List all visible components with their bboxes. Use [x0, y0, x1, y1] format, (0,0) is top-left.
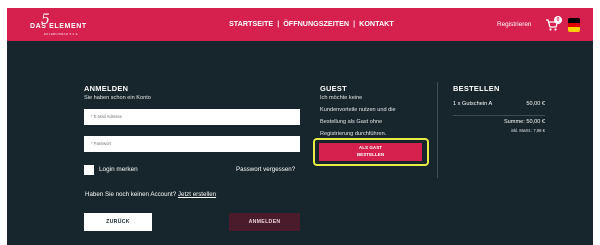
order-item-price: 50,00 €: [526, 101, 545, 107]
guest-button-highlight: ALS GAST BESTELLEN: [313, 138, 429, 166]
german-flag-icon[interactable]: [568, 18, 580, 32]
nav-separator: |: [277, 19, 280, 28]
guest-button-line2: BESTELLEN: [356, 151, 385, 157]
order-sum: Summe: 50,00 €: [503, 119, 545, 125]
create-account-link[interactable]: Jetzt erstellen: [178, 191, 216, 198]
nav-item-oeffnungszeiten[interactable]: ÖFFNUNGSZEITEN: [283, 19, 349, 28]
remember-checkbox[interactable]: [84, 165, 94, 175]
nav-item-kontakt[interactable]: KONTAKT: [359, 19, 394, 28]
main-nav: STARTSEITE | ÖFFNUNGSZEITEN | KONTAKT: [229, 19, 394, 28]
remember-label[interactable]: Login merken: [99, 166, 138, 173]
guest-description-line: Kundenvorteile nutzen und die: [320, 107, 396, 113]
order-vat: inkl. MwSt.: 7,98 €: [510, 128, 545, 133]
logo-subtitle: ERLEBNISBAD 5.0 E: [44, 32, 78, 36]
logo-text: DAS ELEMENT: [30, 23, 87, 30]
guest-description-line: Ich möchte keine: [320, 95, 363, 101]
order-item-label: 1 x Gutschein A: [453, 101, 493, 107]
logo[interactable]: 5 DAS ELEMENT ERLEBNISBAD 5.0 E: [30, 12, 108, 36]
back-button[interactable]: ZURÜCK: [84, 213, 152, 231]
app-window: 5 DAS ELEMENT ERLEBNISBAD 5.0 E STARTSEI…: [7, 8, 593, 245]
cart-count-badge: 0: [554, 16, 562, 24]
login-subtitle: Sie haben schon ein Konto: [84, 95, 151, 101]
guest-description-line: Bestellung als Gast ohne: [320, 119, 383, 125]
password-field[interactable]: [84, 136, 300, 152]
column-divider: [437, 82, 438, 178]
login-button[interactable]: ANMELDEN: [229, 213, 300, 231]
guest-order-button[interactable]: ALS GAST BESTELLEN: [319, 143, 422, 161]
order-title: BESTELLEN: [453, 84, 500, 93]
forgot-password-link[interactable]: Passwort vergessen?: [236, 166, 295, 173]
no-account-label: Haben Sie noch keinen Account?: [85, 191, 177, 198]
order-divider: [453, 115, 545, 116]
nav-separator: |: [353, 19, 356, 28]
nav-item-startseite[interactable]: STARTSEITE: [229, 19, 273, 28]
order-line-item: 1 x Gutschein A 50,00 €: [453, 101, 545, 107]
header-bar: 5 DAS ELEMENT ERLEBNISBAD 5.0 E STARTSEI…: [7, 8, 593, 41]
email-field[interactable]: [84, 109, 300, 125]
no-account-text: Haben Sie noch keinen Account? Jetzt ers…: [85, 191, 216, 198]
guest-description: Ich möchte keine Kundenvorteile nutzen u…: [320, 92, 432, 140]
register-link[interactable]: Registrieren: [497, 21, 531, 28]
